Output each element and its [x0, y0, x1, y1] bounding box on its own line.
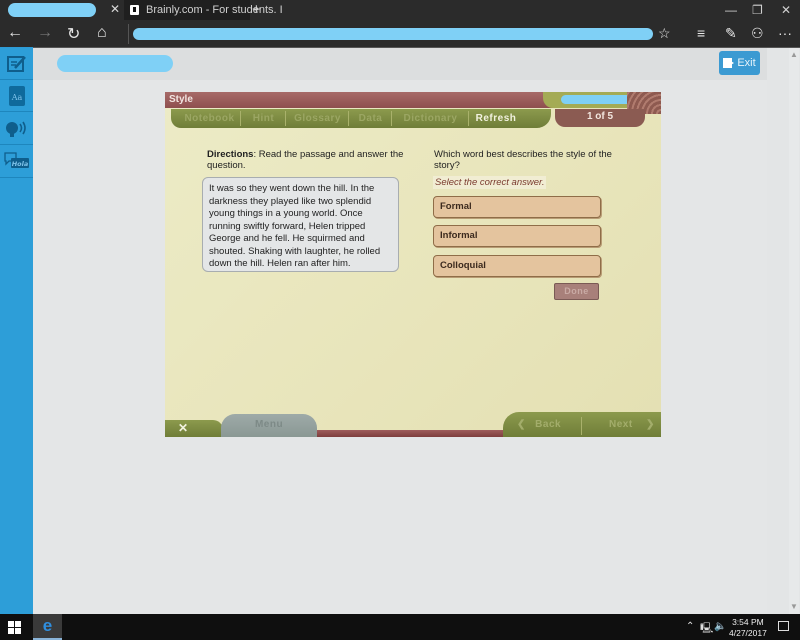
back-label: Back — [535, 419, 562, 430]
volume-icon[interactable]: 🔈 — [714, 621, 726, 632]
clock-date: 4/27/2017 — [729, 628, 767, 638]
answer-option-colloquial[interactable]: Colloquial — [433, 255, 601, 277]
restore-button[interactable]: ❐ — [752, 3, 763, 17]
tools-sidebar: Aa Hola — [0, 48, 33, 614]
done-button[interactable]: Done — [554, 283, 599, 300]
exit-icon — [723, 58, 735, 68]
nav-separator — [581, 417, 582, 435]
hint-button[interactable]: Hint — [242, 111, 286, 126]
more-icon[interactable]: ··· — [778, 25, 792, 41]
activity-footer: ✕ Menu ❮ Back Next ❯ — [165, 405, 661, 437]
activity-panel: Style Notebook Hint Glossary Data Dictio… — [165, 92, 661, 437]
sidebar-item-dictionary[interactable]: Aa — [0, 80, 33, 112]
edge-browser-icon[interactable]: e — [33, 614, 62, 640]
back-arrow-icon[interactable]: ← — [7, 24, 23, 42]
svg-text:Aa: Aa — [10, 93, 22, 102]
next-label: Next — [609, 419, 633, 430]
share-icon[interactable]: ⚇ — [751, 25, 764, 42]
web-note-icon[interactable]: ✎ — [725, 25, 737, 42]
clock-time: 3:54 PM — [732, 617, 764, 627]
scroll-up-icon[interactable]: ▲ — [789, 50, 799, 59]
next-button[interactable]: Next ❯ — [609, 417, 655, 433]
browser-tab-brainly[interactable]: Brainly.com - For students. I — [124, 0, 283, 20]
notebook-button[interactable]: Notebook — [179, 111, 241, 126]
hub-icon[interactable]: ≡ — [697, 25, 705, 41]
svg-text:Hola: Hola — [11, 160, 28, 168]
glossary-button[interactable]: Glossary — [287, 111, 349, 126]
directions-text: Directions: Read the passage and answer … — [207, 149, 407, 171]
home-icon[interactable]: ⌂ — [97, 24, 107, 42]
translate-icon: Hola — [3, 151, 29, 168]
redacted-tab-title — [8, 3, 96, 17]
network-icon[interactable]: 🖳 — [700, 621, 713, 638]
site-header — [33, 48, 767, 80]
action-center-icon[interactable] — [778, 621, 789, 631]
question-text: Which word best describes the style of t… — [434, 149, 612, 171]
browser-nav-bar: ← → ↻ ⌂ ☆ ≡ ✎ ⚇ ··· — [0, 20, 800, 48]
dictionary-icon: Aa — [8, 85, 25, 106]
sidebar-item-notepad[interactable] — [0, 48, 33, 80]
tray-overflow-icon[interactable]: ⌃ — [686, 621, 694, 632]
dictionary-button[interactable]: Dictionary — [393, 111, 469, 126]
windows-start-icon[interactable] — [8, 621, 21, 634]
notepad-icon — [6, 55, 26, 72]
redacted-title-info — [561, 95, 631, 104]
answer-option-formal[interactable]: Formal — [433, 196, 601, 218]
tab-title: Brainly.com - For students. I — [146, 4, 283, 16]
directions-label: Directions — [207, 149, 254, 160]
forward-arrow-icon[interactable]: → — [37, 24, 53, 42]
close-tab-icon[interactable]: ✕ — [110, 2, 120, 16]
redacted-url — [133, 28, 653, 40]
refresh-button[interactable]: Refresh — [470, 111, 522, 126]
close-window-button[interactable]: ✕ — [781, 3, 791, 17]
favorite-star-icon[interactable]: ☆ — [658, 25, 671, 42]
scroll-down-icon[interactable]: ▼ — [789, 602, 799, 611]
sidebar-item-speech[interactable] — [0, 113, 33, 145]
exit-label: Exit — [737, 57, 756, 69]
page-scrollbar[interactable]: ▲ ▼ — [767, 48, 800, 614]
text-to-speech-icon — [5, 121, 26, 137]
activity-title: Style — [169, 94, 193, 105]
reading-passage: It was so they went down the hill. In th… — [202, 177, 399, 272]
minimize-button[interactable]: — — [725, 3, 737, 17]
redacted-user-info — [57, 55, 173, 72]
close-activity-button[interactable]: ✕ — [165, 420, 223, 437]
page-indicator: 1 of 5 — [555, 109, 645, 127]
data-button[interactable]: Data — [350, 111, 392, 126]
browser-tab-redacted[interactable]: ✕ — [0, 0, 124, 20]
instruction-text: Select the correct answer. — [433, 176, 547, 189]
new-tab-button[interactable]: + — [252, 1, 261, 18]
chevron-right-icon: ❯ — [645, 419, 655, 430]
brainly-icon — [130, 5, 139, 15]
back-button[interactable]: ❮ Back — [517, 417, 561, 433]
close-icon: ✕ — [178, 421, 189, 435]
exit-button[interactable]: Exit — [719, 51, 760, 75]
refresh-icon[interactable]: ↻ — [67, 24, 80, 44]
system-clock[interactable]: 3:54 PM 4/27/2017 — [729, 617, 767, 639]
scrollbar-track[interactable] — [789, 48, 799, 614]
address-bar[interactable] — [128, 24, 672, 44]
menu-button[interactable]: Menu — [221, 414, 317, 437]
chevron-left-icon: ❮ — [517, 419, 526, 430]
activity-title-bar: Style — [165, 92, 661, 114]
answer-option-informal[interactable]: Informal — [433, 225, 601, 247]
sidebar-item-translate[interactable]: Hola — [0, 146, 33, 178]
browser-tab-bar: ✕ Brainly.com - For students. I + — ❐ ✕ — [0, 0, 800, 20]
windows-taskbar: e ⌃ 🖳 🔈 3:54 PM 4/27/2017 — [0, 614, 800, 640]
